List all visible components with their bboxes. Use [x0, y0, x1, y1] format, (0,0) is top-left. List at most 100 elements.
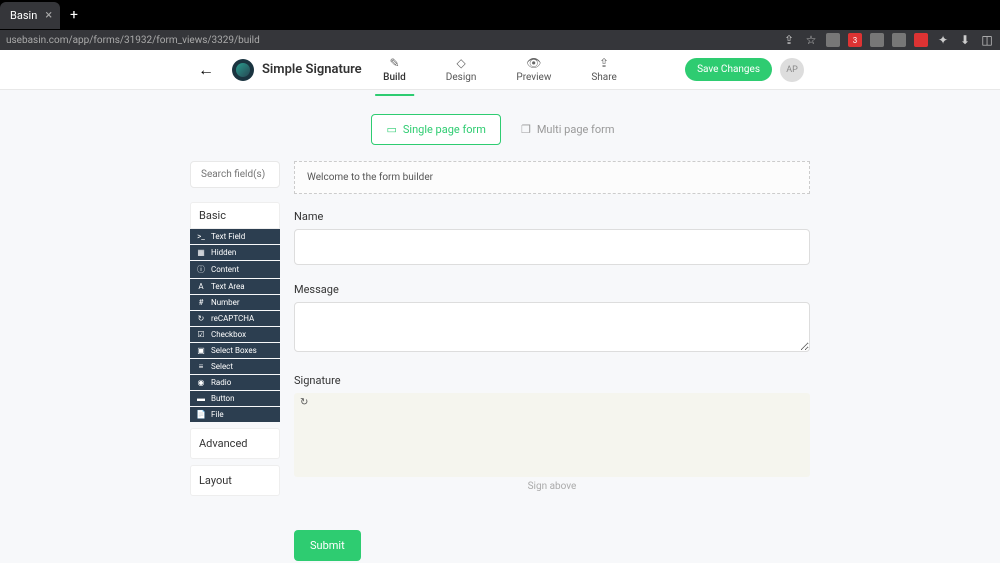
message-textarea[interactable]: [294, 302, 810, 352]
name-field-group[interactable]: Name: [294, 210, 810, 265]
tab-text: Multi page form: [537, 123, 615, 136]
eye-icon: 👁: [526, 56, 541, 70]
field-icon: ↻: [196, 314, 206, 323]
field-icon: A: [196, 282, 206, 291]
field-icon: ☑: [196, 330, 206, 339]
message-field-group[interactable]: Message: [294, 283, 810, 356]
panel-icon[interactable]: ◫: [980, 33, 994, 47]
section-advanced[interactable]: Advanced: [190, 428, 280, 459]
tab-label: Preview: [516, 72, 551, 83]
welcome-message[interactable]: Welcome to the form builder: [294, 161, 810, 194]
field-icon: ◉: [196, 378, 206, 387]
field-label: Button: [211, 394, 235, 403]
signature-pad[interactable]: ↻: [294, 393, 810, 477]
app-logo: [232, 59, 254, 81]
star-icon[interactable]: ☆: [804, 33, 818, 47]
name-label: Name: [294, 210, 810, 223]
close-icon[interactable]: ×: [45, 8, 52, 23]
page-type-switcher: ▭ Single page form ❐ Multi page form: [0, 90, 1000, 161]
field-item-content[interactable]: ⓘ Content: [190, 261, 280, 278]
puzzle-icon[interactable]: ✦: [936, 33, 950, 47]
field-list: >_ Text Field ▦ Hidden ⓘ Content A Text Area # Nu…: [190, 229, 280, 422]
field-label: Text Area: [211, 282, 245, 291]
signature-label: Signature: [294, 374, 810, 387]
field-item-text-field[interactable]: >_ Text Field: [190, 229, 280, 244]
browser-tab[interactable]: Basin ×: [0, 2, 60, 29]
field-label: Text Field: [211, 232, 245, 241]
field-item-button[interactable]: ▬ Button: [190, 391, 280, 406]
tab-share[interactable]: ⇪ Share: [583, 52, 624, 87]
page-icon: ▭: [386, 123, 396, 136]
save-button[interactable]: Save Changes: [685, 58, 772, 81]
field-item-number[interactable]: # Number: [190, 295, 280, 310]
field-item-hidden[interactable]: ▦ Hidden: [190, 245, 280, 260]
field-item-text-area[interactable]: A Text Area: [190, 279, 280, 294]
field-icon: ▬: [196, 394, 206, 403]
field-icon: ▣: [196, 346, 206, 355]
extension-icon[interactable]: [826, 33, 840, 47]
field-label: Hidden: [211, 248, 236, 257]
tab-label: Share: [591, 72, 616, 83]
header-actions: Save Changes AP: [685, 58, 804, 82]
field-item-select[interactable]: ≡ Select: [190, 359, 280, 374]
field-label: Checkbox: [211, 330, 246, 339]
user-avatar[interactable]: AP: [780, 58, 804, 82]
reset-icon[interactable]: ↻: [300, 397, 308, 408]
field-icon: ≡: [196, 362, 206, 371]
drop-icon: ◇: [456, 56, 465, 70]
tab-preview[interactable]: 👁 Preview: [508, 52, 559, 87]
field-icon: >_: [196, 232, 206, 241]
field-label: Select: [211, 362, 233, 371]
extension-icon[interactable]: [914, 33, 928, 47]
field-label: File: [211, 410, 224, 419]
builder-tabs: ✎ Build ◇ Design 👁 Preview ⇪ Share: [375, 52, 625, 87]
tab-build[interactable]: ✎ Build: [375, 52, 414, 87]
extension-icon[interactable]: [892, 33, 906, 47]
search-input[interactable]: [190, 161, 280, 188]
section-layout[interactable]: Layout: [190, 465, 280, 496]
multi-page-tab[interactable]: ❐ Multi page form: [507, 114, 629, 145]
field-icon: ▦: [196, 248, 206, 257]
builder-layout: Basic >_ Text Field ▦ Hidden ⓘ Content A Text A…: [0, 161, 1000, 561]
field-item-radio[interactable]: ◉ Radio: [190, 375, 280, 390]
field-icon: 📄: [196, 410, 206, 419]
share-icon[interactable]: ⇪: [782, 33, 796, 47]
tab-label: Design: [446, 72, 477, 83]
toolbar-icons: ⇪ ☆ 3 ✦ ⬇ ◫: [782, 33, 994, 47]
tab-label: Build: [383, 72, 406, 83]
field-label: reCAPTCHA: [211, 314, 254, 323]
name-input[interactable]: [294, 229, 810, 265]
field-item-checkbox[interactable]: ☑ Checkbox: [190, 327, 280, 342]
form-title: Simple Signature: [262, 62, 362, 77]
browser-tab-bar: Basin × +: [0, 0, 1000, 30]
field-label: Content: [211, 265, 239, 274]
extension-icon[interactable]: [870, 33, 884, 47]
submit-button[interactable]: Submit: [294, 530, 361, 561]
field-label: Radio: [211, 378, 231, 387]
back-button[interactable]: ←: [196, 60, 216, 80]
field-icon: #: [196, 298, 206, 307]
section-basic[interactable]: Basic: [190, 202, 280, 229]
field-item-file[interactable]: 📄 File: [190, 407, 280, 422]
field-label: Number: [211, 298, 240, 307]
signature-field-group[interactable]: Signature ↻ Sign above: [294, 374, 810, 492]
pages-icon: ❐: [521, 123, 531, 136]
tab-text: Single page form: [403, 123, 486, 136]
pencil-icon: ✎: [389, 56, 399, 70]
field-icon: ⓘ: [196, 264, 206, 275]
download-icon[interactable]: ⬇: [958, 33, 972, 47]
fields-sidebar: Basic >_ Text Field ▦ Hidden ⓘ Content A Text A…: [190, 161, 280, 561]
app-header: ← Simple Signature ✎ Build ◇ Design 👁 Pr…: [0, 50, 1000, 90]
field-label: Select Boxes: [211, 346, 257, 355]
url-text[interactable]: usebasin.com/app/forms/31932/form_views/…: [6, 35, 782, 46]
single-page-tab[interactable]: ▭ Single page form: [371, 114, 500, 145]
share-icon: ⇪: [599, 56, 609, 70]
new-tab-button[interactable]: +: [70, 7, 78, 23]
field-item-select-boxes[interactable]: ▣ Select Boxes: [190, 343, 280, 358]
field-item-recaptcha[interactable]: ↻ reCAPTCHA: [190, 311, 280, 326]
form-canvas: Welcome to the form builder Name Message…: [294, 161, 810, 561]
url-bar: usebasin.com/app/forms/31932/form_views/…: [0, 30, 1000, 50]
extension-adblock-icon[interactable]: 3: [848, 33, 862, 47]
tab-title: Basin: [10, 9, 37, 22]
tab-design[interactable]: ◇ Design: [438, 52, 485, 87]
